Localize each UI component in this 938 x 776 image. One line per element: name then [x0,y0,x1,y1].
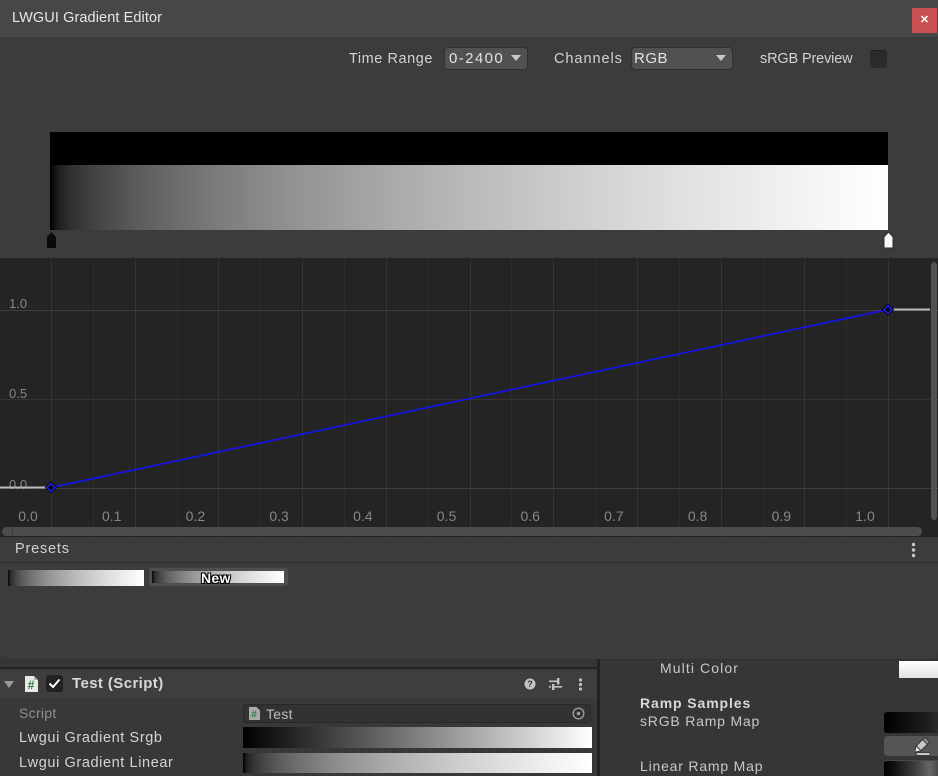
svg-text:#: # [28,678,35,692]
svg-text:#: # [251,710,257,721]
svg-text:?: ? [527,679,533,689]
